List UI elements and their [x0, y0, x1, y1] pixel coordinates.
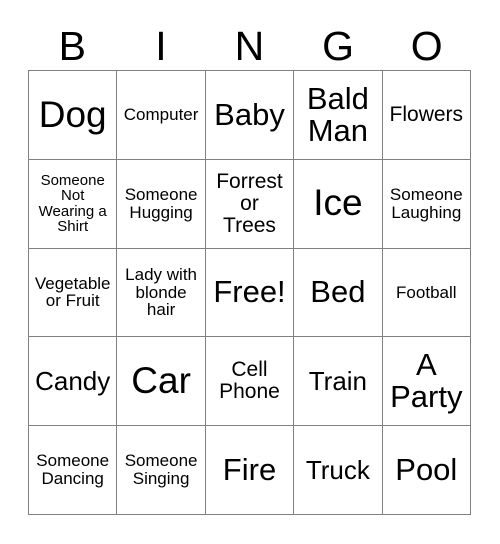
bingo-cell[interactable]: Vegetable or Fruit — [29, 248, 118, 338]
bingo-cell[interactable]: Lady with blonde hair — [117, 248, 206, 338]
bingo-cell-label: Flowers — [389, 102, 464, 126]
bingo-header-letter-b: B — [58, 22, 86, 69]
bingo-cell[interactable]: Dog — [29, 71, 118, 160]
bingo-cell-label: Lady with blonde hair — [125, 264, 197, 320]
bingo-cell-label: Fire — [222, 451, 277, 487]
bingo-cell[interactable]: A Party — [382, 337, 471, 427]
bingo-cell-label: Pool — [395, 451, 458, 487]
bingo-cell[interactable]: Free! — [205, 248, 295, 338]
bingo-cell-label: Someone Singing — [124, 451, 198, 489]
bingo-grid: Dog Computer Baby Bald Man Flowers Someone No… — [28, 70, 471, 515]
bingo-cell-label: Bed — [310, 274, 366, 310]
bingo-cell-label: Football — [396, 282, 457, 302]
bingo-cell[interactable]: Baby — [205, 71, 295, 160]
bingo-cell[interactable]: Fire — [205, 426, 295, 515]
bingo-cell-label: Cell Phone — [219, 358, 280, 404]
bingo-cell-label: Someone Laughing — [389, 185, 463, 222]
bingo-cell[interactable]: Truck — [294, 426, 383, 515]
bingo-cell-label: Someone Hugging — [124, 185, 198, 222]
bingo-header-letter-o: O — [410, 22, 443, 69]
bingo-cell-label: Baby — [214, 96, 285, 132]
bingo-cell[interactable]: Candy — [29, 337, 118, 427]
bingo-cell-label: Free! — [213, 274, 286, 310]
bingo-cell[interactable]: Someone Laughing — [382, 159, 471, 249]
bingo-header-row: B I N G O — [28, 22, 471, 70]
bingo-cell[interactable]: Someone Singing — [117, 426, 206, 515]
bingo-cell[interactable]: Cell Phone — [205, 337, 295, 427]
bingo-cell[interactable]: Flowers — [382, 71, 471, 160]
bingo-cell[interactable]: Someone Not Wearing a Shirt — [29, 159, 118, 249]
bingo-cell[interactable]: Bed — [294, 248, 383, 338]
bingo-cell-label: Candy — [35, 365, 111, 396]
bingo-cell-label: Train — [308, 365, 368, 396]
bingo-cell-label: Car — [131, 360, 191, 402]
bingo-card: B I N G O Dog Computer Baby Bald Man Flowers… — [0, 0, 500, 544]
bingo-cell[interactable]: Ice — [294, 159, 383, 249]
bingo-cell-label: A Party — [390, 347, 463, 415]
bingo-header-letter-g: G — [322, 22, 355, 69]
bingo-cell-label: Someone Dancing — [36, 451, 110, 489]
bingo-cell-label: Dog — [38, 93, 107, 135]
bingo-cell[interactable]: Someone Dancing — [29, 426, 118, 515]
bingo-cell[interactable]: Car — [117, 337, 206, 427]
bingo-cell[interactable]: Football — [382, 248, 471, 338]
bingo-cell[interactable]: Forrest or Trees — [205, 159, 295, 249]
bingo-cell[interactable]: Bald Man — [294, 71, 383, 160]
bingo-cell-label: Forrest or Trees — [216, 169, 283, 237]
bingo-cell-label: Someone Not Wearing a Shirt — [38, 171, 107, 236]
bingo-header-letter-i: I — [155, 22, 167, 69]
bingo-cell[interactable]: Someone Hugging — [117, 159, 206, 249]
bingo-cell[interactable]: Computer — [117, 71, 206, 160]
bingo-cell[interactable]: Pool — [382, 426, 471, 515]
bingo-header-letter-n: N — [234, 22, 265, 69]
bingo-cell-label: Truck — [305, 454, 370, 485]
bingo-cell-label: Vegetable or Fruit — [34, 273, 111, 311]
bingo-cell-label: Computer — [123, 105, 199, 125]
bingo-cell-label: Ice — [313, 182, 363, 224]
bingo-cell[interactable]: Train — [294, 337, 383, 427]
bingo-cell-label: Bald Man — [306, 80, 369, 148]
